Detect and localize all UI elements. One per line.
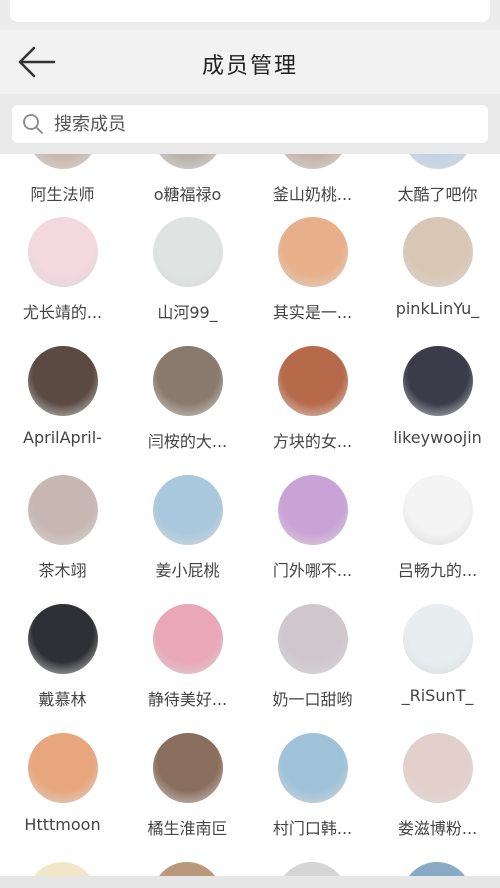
avatar bbox=[27, 733, 98, 803]
member-item[interactable]: 茶木翊 bbox=[0, 475, 125, 581]
member-name: 吕畅九的... bbox=[397, 561, 478, 580]
avatar bbox=[402, 862, 472, 876]
member-name: 釜山奶桃... bbox=[272, 185, 353, 204]
avatar bbox=[27, 217, 98, 287]
member-name: 其实是一... bbox=[272, 303, 353, 322]
top-card-edge bbox=[10, 0, 490, 22]
avatar bbox=[27, 604, 98, 674]
member-item[interactable]: Htttmoon bbox=[0, 733, 125, 834]
member-name: 尤长靖的... bbox=[22, 303, 103, 322]
avatar bbox=[152, 862, 222, 876]
member-item[interactable]: 奶一口甜哟 bbox=[250, 604, 375, 710]
member-name: 太酷了吧你 bbox=[397, 185, 478, 204]
member-name: o糖福禄o bbox=[153, 185, 222, 204]
avatar bbox=[27, 862, 97, 876]
avatar bbox=[402, 475, 473, 545]
avatar bbox=[152, 604, 223, 674]
member-item[interactable]: 姜小屁桃 bbox=[125, 475, 250, 581]
avatar bbox=[402, 733, 473, 803]
member-item[interactable]: 尤长靖的... bbox=[0, 217, 125, 323]
member-name: likeywoojin bbox=[393, 428, 482, 447]
member-name: 静待美好... bbox=[147, 690, 228, 709]
member-name: 娄滋博粉... bbox=[397, 819, 478, 838]
member-item[interactable]: 戴慕林 bbox=[0, 604, 125, 710]
member-name: 山河99_ bbox=[157, 303, 218, 322]
search-box[interactable] bbox=[12, 105, 488, 143]
member-item[interactable]: 方块的女... bbox=[250, 346, 375, 452]
member-item[interactable]: o糖福禄o bbox=[125, 154, 250, 205]
avatar bbox=[152, 346, 223, 416]
avatar bbox=[277, 475, 348, 545]
avatar bbox=[27, 154, 98, 169]
member-item[interactable]: 娄滋博粉... bbox=[375, 733, 500, 839]
member-name: pinkLinYu_ bbox=[395, 299, 480, 318]
avatar bbox=[277, 154, 348, 169]
member-item[interactable]: _RiSunT_ bbox=[375, 604, 500, 705]
avatar bbox=[152, 475, 223, 545]
search-icon bbox=[12, 105, 54, 143]
member-name: Htttmoon bbox=[24, 815, 101, 834]
avatar bbox=[277, 862, 347, 876]
member-name: 方块的女... bbox=[272, 432, 353, 451]
member-grid: 阿生法师 o糖福禄o 釜山奶桃... 太酷了吧你尤长靖的... 山河99_ 其实是一...… bbox=[0, 154, 500, 876]
member-item[interactable]: likeywoojin bbox=[375, 346, 500, 447]
member-item[interactable]: 村门口韩... bbox=[250, 733, 375, 839]
header: 成员管理 bbox=[0, 30, 500, 94]
avatar bbox=[277, 604, 348, 674]
status-strip bbox=[0, 0, 500, 30]
avatar bbox=[152, 217, 223, 287]
member-item[interactable]: 阿生法师 bbox=[0, 154, 125, 205]
avatar bbox=[27, 346, 98, 416]
avatar bbox=[277, 346, 348, 416]
avatar bbox=[402, 217, 473, 287]
avatar bbox=[402, 604, 473, 674]
member-item[interactable]: 门外哪不... bbox=[250, 475, 375, 581]
avatar bbox=[277, 217, 348, 287]
member-name: 村门口韩... bbox=[272, 819, 353, 838]
member-item[interactable]: 太酷了吧你 bbox=[375, 154, 500, 205]
member-name: 奶一口甜哟 bbox=[272, 690, 353, 709]
member-item[interactable]: AprilApril- bbox=[0, 346, 125, 447]
member-item[interactable]: pinkLinYu_ bbox=[375, 217, 500, 318]
page-title: 成员管理 bbox=[201, 54, 298, 79]
member-item[interactable]: 釜山奶桃... bbox=[250, 154, 375, 205]
member-name: 门外哪不... bbox=[272, 561, 353, 580]
bottom-bar bbox=[0, 876, 500, 888]
search-bar bbox=[0, 94, 500, 154]
avatar bbox=[277, 733, 348, 803]
avatar bbox=[152, 154, 223, 169]
member-name: 橘生淮南叵 bbox=[147, 819, 228, 838]
avatar bbox=[402, 154, 473, 169]
member-name: 姜小屁桃 bbox=[155, 561, 220, 580]
member-name: _RiSunT_ bbox=[401, 686, 474, 705]
member-name: 茶木翊 bbox=[38, 561, 87, 580]
member-item[interactable]: 闫桉的大... bbox=[125, 346, 250, 452]
member-name: 阿生法师 bbox=[30, 185, 95, 204]
avatar bbox=[27, 475, 98, 545]
member-name: 闫桉的大... bbox=[147, 432, 228, 451]
member-item[interactable]: 山河99_ bbox=[125, 217, 250, 323]
member-item[interactable]: 橘生淮南叵 bbox=[125, 733, 250, 839]
avatar bbox=[402, 346, 473, 416]
member-item[interactable]: 其实是一... bbox=[250, 217, 375, 323]
avatar bbox=[152, 733, 223, 803]
member-name: AprilApril- bbox=[23, 428, 102, 447]
member-item[interactable]: 静待美好... bbox=[125, 604, 250, 710]
search-input[interactable] bbox=[54, 113, 454, 135]
member-name: 戴慕林 bbox=[38, 690, 87, 709]
member-item[interactable]: 吕畅九的... bbox=[375, 475, 500, 581]
